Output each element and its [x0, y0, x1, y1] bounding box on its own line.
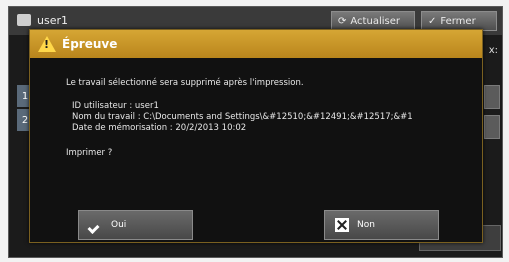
detail-job-name: Nom du travail : C:\Documents and Settin…: [72, 112, 413, 122]
proof-dialog: ! Épreuve Le travail sélectionné sera su…: [29, 29, 483, 243]
close-button[interactable]: ✓ Fermer: [421, 11, 497, 31]
yes-button[interactable]: Oui: [78, 210, 193, 240]
background-right-panel-1: [484, 85, 500, 109]
detail-user-id: ID utilisateur : user1: [72, 101, 159, 111]
dialog-title: Épreuve: [62, 37, 118, 51]
background-user-label: user1: [37, 13, 68, 27]
x-icon: [335, 218, 349, 232]
no-button[interactable]: Non: [324, 210, 439, 240]
close-label: Fermer: [440, 15, 476, 27]
background-right-label: x:: [488, 45, 498, 56]
no-label: Non: [357, 220, 375, 230]
detail-stored-date: Date de mémorisation : 20/2/2013 10:02: [72, 123, 247, 133]
refresh-label: Actualiser: [350, 15, 400, 27]
dialog-header: ! Épreuve: [30, 30, 482, 58]
close-icon: ✓: [428, 15, 437, 27]
refresh-button[interactable]: ⟳ Actualiser: [331, 11, 415, 31]
check-icon: [89, 219, 103, 231]
yes-label: Oui: [111, 220, 127, 230]
refresh-icon: ⟳: [338, 15, 347, 27]
warning-icon: !: [38, 36, 56, 52]
job-details: ID utilisateur : user1 Nom du travail : …: [72, 101, 470, 134]
user-icon: [17, 14, 31, 26]
dialog-body: Le travail sélectionné sera supprimé apr…: [66, 78, 470, 159]
background-right-panel-2: [484, 115, 500, 139]
background-user: user1: [17, 11, 68, 29]
device-screen: user1 ⟳ Actualiser ✓ Fermer 1 2 x: ! Épr…: [8, 6, 503, 258]
dialog-question: Imprimer ?: [66, 148, 113, 158]
dialog-message: Le travail sélectionné sera supprimé apr…: [66, 78, 304, 88]
